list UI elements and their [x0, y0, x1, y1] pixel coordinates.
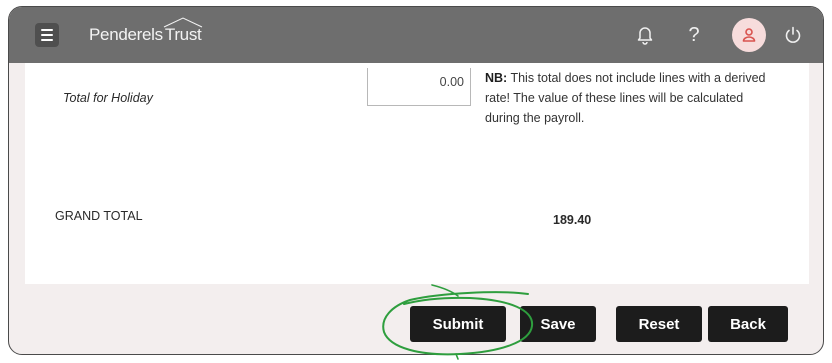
- grand-total-label: GRAND TOTAL: [55, 209, 143, 223]
- menu-icon[interactable]: [35, 23, 59, 47]
- back-button[interactable]: Back: [708, 306, 788, 342]
- note-text: This total does not include lines with a…: [485, 71, 766, 125]
- derived-rate-note: NB: This total does not include lines wi…: [485, 68, 775, 128]
- logo-word-penderels: Penderels: [89, 25, 163, 44]
- help-glyph: ?: [688, 23, 700, 46]
- note-prefix: NB:: [485, 71, 508, 85]
- help-icon[interactable]: ?: [680, 21, 708, 49]
- brand-logo[interactable]: Penderels Trust: [89, 17, 203, 48]
- logo-roof-icon: [163, 17, 203, 28]
- timesheet-totals-panel: Total for Holiday 0.00 NB: This total do…: [25, 63, 809, 284]
- reset-button[interactable]: Reset: [616, 306, 702, 342]
- holiday-total-field: 0.00: [367, 68, 471, 106]
- avatar[interactable]: [732, 18, 766, 52]
- power-icon[interactable]: [779, 21, 807, 49]
- holiday-total-label: Total for Holiday: [63, 91, 153, 105]
- app-window: Penderels Trust ? Total for Holiday 0.00…: [8, 6, 824, 355]
- grand-total-value: 189.40: [553, 213, 592, 227]
- user-icon: [742, 28, 756, 42]
- logo-word-trust: Trust: [163, 17, 203, 45]
- bell-icon[interactable]: [631, 21, 659, 49]
- submit-button[interactable]: Submit: [410, 306, 506, 342]
- top-bar: Penderels Trust ?: [9, 7, 823, 63]
- save-button[interactable]: Save: [520, 306, 596, 342]
